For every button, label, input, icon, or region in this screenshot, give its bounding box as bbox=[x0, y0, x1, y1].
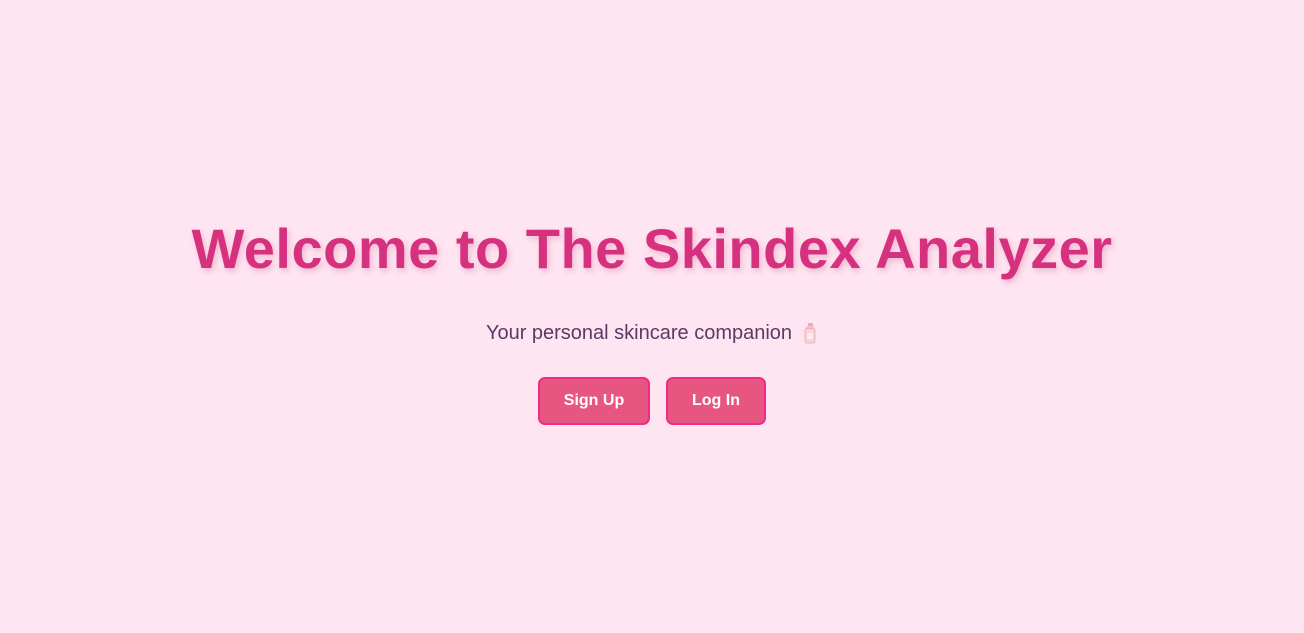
landing-page: Welcome to The Skindex Analyzer Your per… bbox=[0, 0, 1304, 633]
auth-buttons: Sign Up Log In bbox=[0, 377, 1304, 425]
sign-up-button[interactable]: Sign Up bbox=[538, 377, 650, 425]
page-title: Welcome to The Skindex Analyzer bbox=[191, 217, 1113, 280]
log-in-button[interactable]: Log In bbox=[666, 377, 766, 425]
lotion-bottle-icon bbox=[802, 322, 818, 344]
page-subtitle: Your personal skincare companion bbox=[485, 321, 793, 344]
subtitle-row: Your personal skincare companion bbox=[0, 318, 1304, 348]
